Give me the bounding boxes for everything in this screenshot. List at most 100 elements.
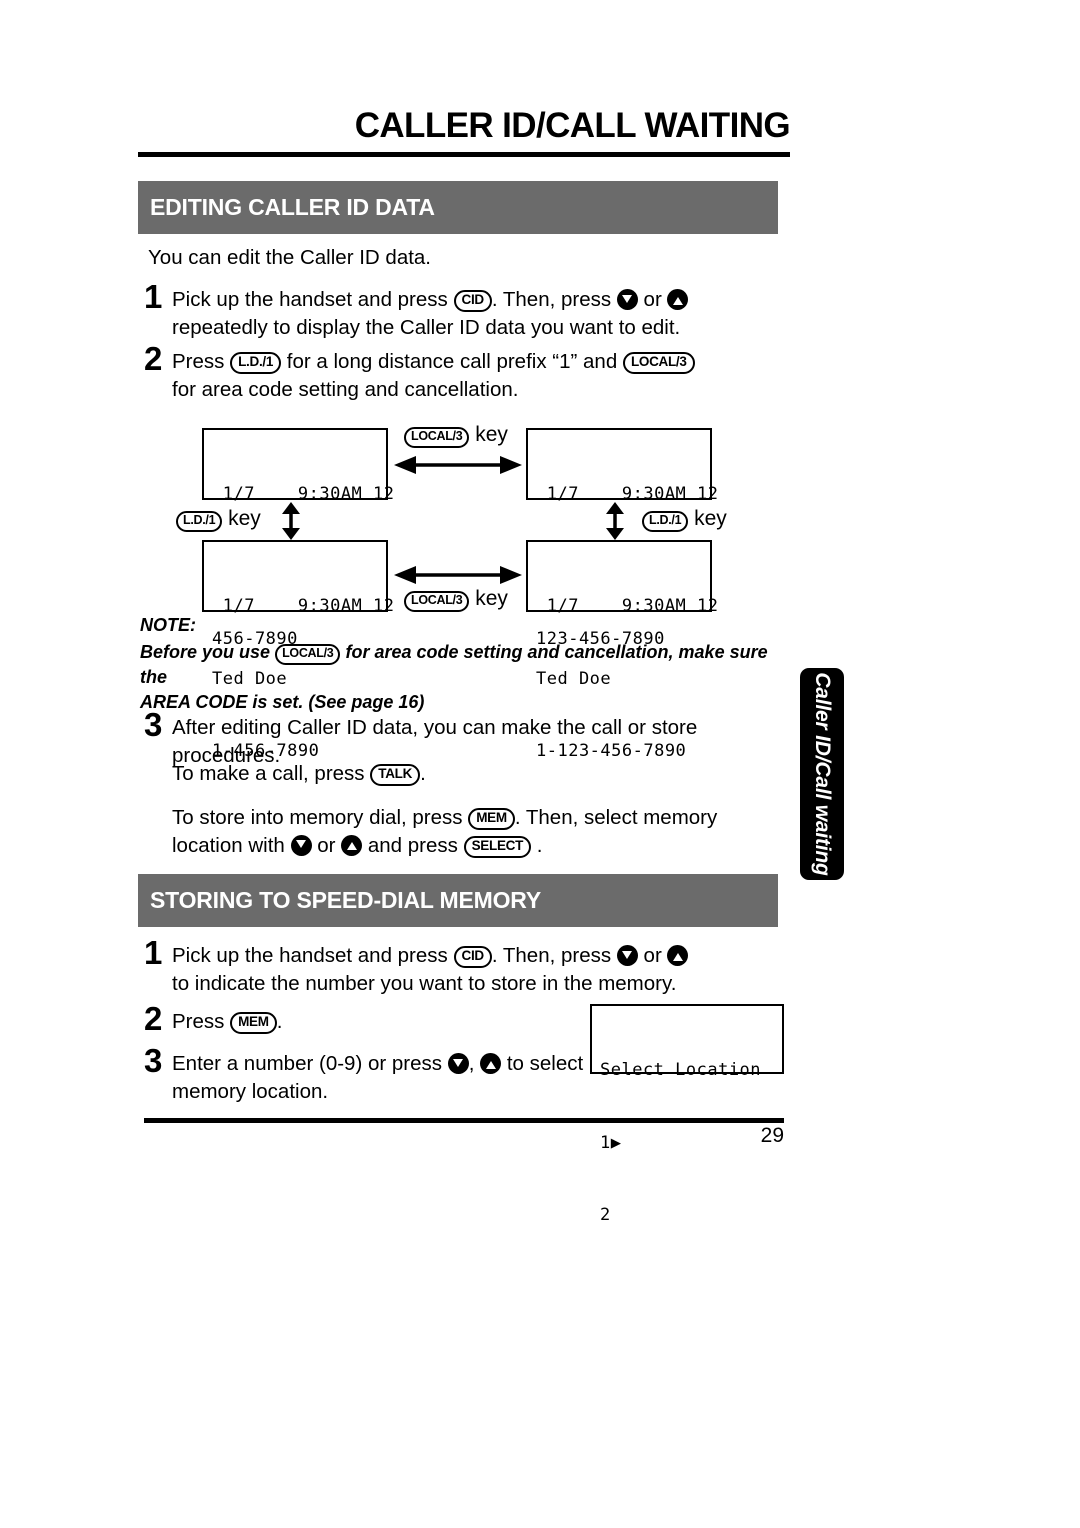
step-text-part: to indicate the number you want to store… [172, 971, 677, 995]
editing-intro-text: You can edit the Caller ID data. [148, 246, 432, 269]
para-part: . [420, 762, 426, 785]
footer-divider [144, 1118, 784, 1123]
storing-step-3: 3 Enter a number (0-9) or press , to sel… [144, 1044, 584, 1106]
step-number: 3 [144, 706, 163, 743]
step-text-part: . Then, press [491, 288, 612, 311]
step-text: Pick up the handset and press CID. Then,… [172, 942, 689, 998]
step-text-part: to select [506, 1052, 584, 1075]
step-text: Pick up the handset and press CID. Then,… [172, 286, 689, 342]
title-divider [138, 152, 790, 157]
storing-step-1: 1 Pick up the handset and press CID. The… [144, 936, 784, 998]
step-text-part: memory location. [172, 1079, 329, 1103]
step-number: 3 [144, 1042, 163, 1079]
diagram-label-ld1-left: L.D./1 key [176, 508, 261, 532]
lcd-display-select-location: Select Location 1▶ 2 [590, 1004, 784, 1225]
diagram-label-local3-top: LOCAL/3 key [404, 424, 508, 448]
double-arrow-horizontal-top [394, 456, 522, 474]
mem-key-icon: MEM [230, 1012, 277, 1034]
step-text-part: for area code setting and cancellation. [172, 377, 519, 401]
note-text: Before you use LOCAL/3 for area code set… [140, 640, 780, 714]
lcd-display-top-right: 1/7 9:30AM 12 Ted Doe 123-456-7890 [526, 428, 718, 649]
ld1-key-icon: L.D./1 [642, 511, 689, 532]
storing-step-2: 2 Press MEM. [144, 1002, 564, 1036]
step-text-part: . [276, 1010, 283, 1033]
ld1-key-icon: L.D./1 [230, 352, 282, 374]
step-number: 2 [144, 340, 163, 377]
editing-store-memory-text: To store into memory dial, press MEM. Th… [172, 804, 792, 860]
step-text-part: , [468, 1052, 475, 1075]
note-label: NOTE: [140, 615, 196, 635]
note-text-part: Before you use [140, 642, 271, 662]
diagram-label-word: key [475, 587, 508, 610]
para-part: location with [172, 833, 285, 857]
double-arrow-vertical-left [282, 502, 300, 540]
step-text-part: Enter a number (0-9) or press [172, 1052, 443, 1075]
step-text: Press L.D./1 for a long distance call pr… [172, 348, 695, 404]
step-text-part: Press [172, 1010, 225, 1033]
para-part: and press [367, 833, 458, 857]
up-arrow-key-icon [667, 945, 689, 966]
page-number: 29 [760, 1124, 784, 1147]
page-title: CALLER ID/CALL WAITING [354, 106, 791, 145]
double-arrow-horizontal-bottom [394, 566, 522, 584]
local3-key-icon: LOCAL/3 [622, 352, 695, 374]
lcd-display-bottom-right: 1/7 9:30AM 12 Ted Doe 1-123-456-7890 [526, 540, 718, 761]
step-text-part: . Then, press [491, 944, 612, 967]
ld1-key-icon: L.D./1 [176, 511, 223, 532]
diagram-label-ld1-right: L.D./1 key [642, 508, 727, 532]
step-text: Enter a number (0-9) or press , to selec… [172, 1050, 583, 1106]
cid-key-icon: CID [453, 946, 492, 968]
manual-page: CALLER ID/CALL WAITING EDITING CALLER ID… [0, 0, 1080, 1528]
para-part: or [317, 833, 336, 857]
select-key-icon: SELECT [463, 835, 532, 858]
para-part: . [536, 833, 543, 857]
para-part: To make a call, press [172, 762, 365, 785]
step-number: 1 [144, 934, 163, 971]
lcd-line: 1/7 9:30AM 12 [212, 596, 395, 617]
para-part: To store into memory dial, press [172, 806, 463, 829]
section-heading-storing-to-speed-dial-memory: STORING TO SPEED-DIAL MEMORY [138, 874, 778, 927]
local3-key-icon: LOCAL/3 [404, 591, 470, 612]
step-number: 1 [144, 278, 163, 315]
diagram-label-local3-bottom: LOCAL/3 key [404, 588, 508, 612]
local3-key-icon: LOCAL/3 [404, 427, 470, 448]
para-part: . Then, select memory [514, 806, 718, 829]
up-arrow-key-icon [480, 1053, 502, 1074]
step-text-part: Pick up the handset and press [172, 944, 448, 967]
down-arrow-key-icon [447, 1053, 469, 1074]
section-heading-label: EDITING CALLER ID DATA [150, 194, 435, 220]
step-text: Press MEM. [172, 1008, 282, 1036]
lcd-line: 2 [600, 1205, 611, 1225]
step-text-part: or [643, 288, 662, 311]
section-heading-label: STORING TO SPEED-DIAL MEMORY [150, 887, 541, 913]
side-tab-label: Caller ID/Call waiting [811, 672, 834, 876]
side-tab-caller-id-call-waiting: Caller ID/Call waiting [800, 668, 844, 880]
diagram-label-word: key [475, 423, 508, 446]
double-arrow-vertical-right [606, 502, 624, 540]
lcd-line: Select Location [600, 1060, 762, 1081]
down-arrow-key-icon [616, 289, 638, 310]
lcd-display-top-left: 1/7 9:30AM 12 Ted Doe 456-7890 [202, 428, 394, 649]
cid-key-icon: CID [453, 290, 492, 312]
step-text-part: for a long distance call prefix “1” and [286, 350, 618, 373]
section-heading-editing-caller-id-data: EDITING CALLER ID DATA [138, 181, 778, 234]
talk-key-icon: TALK [370, 764, 421, 786]
step-text-part: Pick up the handset and press [172, 288, 448, 311]
down-arrow-key-icon [290, 834, 312, 856]
step-text-part: or [643, 944, 662, 967]
step-text-part: repeatedly to display the Caller ID data… [172, 315, 681, 339]
note-text-part: AREA CODE is set. (See page 16) [140, 691, 425, 712]
local3-key-icon: LOCAL/3 [275, 644, 341, 665]
lcd-display-bottom-left: 1/7 9:30AM 12 Ted Doe 1-456-7890 [202, 540, 394, 761]
diagram-label-word: key [228, 507, 261, 530]
up-arrow-key-icon [667, 289, 689, 310]
editing-step-1: 1 Pick up the handset and press CID. The… [144, 280, 784, 342]
lcd-line: 1/7 9:30AM 12 [536, 596, 719, 617]
editing-step-2: 2 Press L.D./1 for a long distance call … [144, 342, 804, 404]
down-arrow-key-icon [616, 945, 638, 966]
editing-make-call-text: To make a call, press TALK. [172, 760, 792, 788]
mem-key-icon: MEM [468, 808, 515, 830]
diagram-label-word: key [694, 507, 727, 530]
step-text-part: Press [172, 350, 225, 373]
step-number: 2 [144, 1000, 163, 1037]
